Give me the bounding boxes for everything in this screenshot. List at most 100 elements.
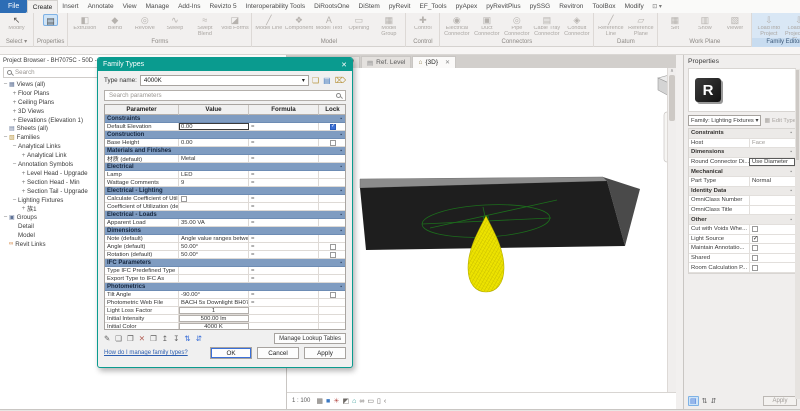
cable-tray-connector-button[interactable]: ▤Cable Tray Connector [532,14,561,38]
vertical-scrollbar[interactable]: ∧ [667,68,676,392]
visual-style-icon[interactable]: ■ [326,398,330,405]
properties-section-identity-data[interactable]: Identity Data▪ [689,187,795,197]
checkbox[interactable] [752,245,758,251]
ribbon-tab-ef-tools[interactable]: EF_Tools [415,0,451,13]
property-value[interactable] [749,235,795,244]
crop-view-icon[interactable]: ▭ [367,398,374,405]
set-button[interactable]: ▦Set [660,14,689,38]
blend-button[interactable]: ◆Blend [100,14,129,38]
checkbox[interactable] [752,236,758,242]
shadows-icon[interactable]: ◩ [343,398,350,405]
parameter-value[interactable]: 50.00° [179,251,249,258]
parameter-formula[interactable]: = [249,195,319,202]
detail-level-icon[interactable]: ▦ [316,398,323,405]
ribbon-tab-view[interactable]: View [118,0,141,13]
lock-checkbox[interactable] [330,140,336,146]
opening-button[interactable]: ▭Opening [344,14,373,38]
manage-lookup-tables-button[interactable]: Manage Lookup Tables [274,333,346,344]
scroll-up-icon[interactable]: ∧ [668,68,676,74]
delete-parameter-icon[interactable]: ✕ [139,335,145,343]
close-icon[interactable]: ✕ [445,59,450,66]
parameter-formula[interactable]: = [249,291,319,298]
parameter-formula[interactable]: = [249,179,319,186]
parameter-formula[interactable] [249,307,319,314]
property-value[interactable] [749,196,795,205]
tree-expander[interactable]: + [20,188,27,195]
tree-expander[interactable]: − [11,161,18,168]
render-icon[interactable]: ⌂ [352,398,356,405]
ribbon-display-toggle[interactable]: ⊡ ▾ [648,0,666,13]
property-value[interactable] [749,254,795,263]
sort-descending-icon[interactable]: ⇵ [711,397,717,405]
move-up-icon[interactable]: ↥ [162,335,168,343]
show-button[interactable]: ▥Show [690,14,719,38]
view-tab-3d[interactable]: ⌂{3D}✕ [412,56,456,68]
copy-parameter-icon[interactable]: ❒ [150,335,157,343]
tree-expander[interactable]: + [20,205,27,212]
parameter-value[interactable] [179,275,249,282]
tree-expander[interactable]: + [20,152,27,159]
extrusion-button[interactable]: ◧Extrusion [70,14,99,38]
ribbon-tab-add-ins[interactable]: Add-Ins [174,0,205,13]
parameter-value[interactable]: 50.00° [179,243,249,250]
sort-descending-icon[interactable]: ⇵ [196,335,202,343]
parameter-value[interactable] [179,203,249,210]
parameter-formula[interactable] [249,315,319,322]
show-crop-region-icon[interactable]: ▯ [377,398,381,405]
parameter-value[interactable] [179,267,249,274]
control-button[interactable]: ✚Control [408,14,437,38]
parameter-value[interactable]: -90.00° [179,291,249,298]
parameter-value[interactable]: 0.00 [179,123,249,130]
parameter-value[interactable]: Angle value ranges between 6° [179,235,249,242]
parameter-value[interactable]: BACH 5s Downlight BH07075 [179,299,249,306]
lock-checkbox[interactable] [330,244,336,250]
parameter-section-ifc-parameters[interactable]: IFC Parameters▪ [105,259,345,267]
property-value[interactable] [749,263,795,272]
view-scale-button[interactable]: 1 : 100 [292,398,310,404]
checkbox[interactable] [752,226,758,232]
model-group-button[interactable]: ▦Model Group [374,14,403,38]
property-value[interactable] [749,244,795,253]
edit-type-button[interactable]: ▦ Edit Type [764,118,796,124]
parameter-value[interactable]: 4000 K [179,323,249,330]
parameter-section-construction[interactable]: Construction▪ [105,131,345,139]
tree-expander[interactable]: + [20,170,27,177]
parameter-value[interactable]: 500.00 lm [179,315,249,322]
sun-path-icon[interactable]: ☀ [333,398,339,405]
tree-expander[interactable]: − [2,134,9,141]
parameter-formula[interactable]: = [249,139,319,146]
parameter-section-electrical[interactable]: Electrical▪ [105,163,345,171]
ribbon-tab-pyssg[interactable]: pySSG [525,0,555,13]
parameter-formula[interactable]: = [249,123,319,130]
properties-section-other[interactable]: Other▪ [689,215,795,225]
type-preview[interactable]: R [688,68,796,112]
parameter-section-constraints[interactable]: Constraints▪ [105,115,345,123]
modify-button[interactable]: ↖Modify [2,14,31,38]
property-value[interactable] [749,206,795,215]
parameter-formula[interactable]: = [249,235,319,242]
checkbox[interactable] [752,255,758,261]
checkbox[interactable] [752,265,758,271]
tree-expander[interactable]: − [2,81,9,88]
ribbon-tab-revitron[interactable]: Revitron [555,0,588,13]
parameter-section-photometrics[interactable]: Photometrics▪ [105,283,345,291]
parameter-search-input[interactable]: Search parameters [104,90,346,101]
property-value[interactable]: Use Diameter [749,158,795,167]
file-menu-button[interactable]: File [0,0,27,13]
parameter-value[interactable] [179,195,249,202]
electrical-connector-button[interactable]: ◉Electrical Connector [442,14,471,38]
model-line-button[interactable]: ╱Model Line [254,14,283,38]
family-selector-dropdown[interactable]: Family: Lighting Fixtures ▾ [688,115,761,126]
edit-parameter-icon[interactable]: ✎ [104,335,110,343]
model-text-button[interactable]: AModel Text [314,14,343,38]
properties-section-mechanical[interactable]: Mechanical▪ [689,167,795,177]
viewer-button[interactable]: ▧Viewer [720,14,749,38]
parameter-value[interactable]: 9 [179,179,249,186]
ribbon-tab-dirootsone[interactable]: DiRootsOne [310,0,354,13]
ribbon-tab-distem[interactable]: DiStem [354,0,384,13]
properties-section-dimensions[interactable]: Dimensions▪ [689,148,795,158]
view-tab-ref-level[interactable]: ▤Ref. Level [361,56,411,68]
parameter-value[interactable]: Metal [179,155,249,162]
revolve-button[interactable]: ◎Revolve [130,14,159,38]
ribbon-tab-toolbox[interactable]: ToolBox [588,0,620,13]
